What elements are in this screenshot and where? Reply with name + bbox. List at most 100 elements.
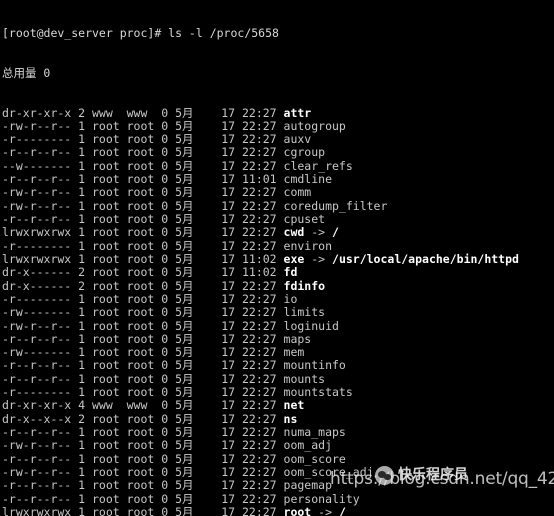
file-listing-row: dr-x------ 2 root root 0 5月 17 22:27 fdi… — [2, 278, 519, 293]
file-listing-row: -r--r--r-- 1 root root 0 5月 17 22:27 num… — [2, 425, 519, 439]
file-name: mem — [283, 345, 305, 360]
file-name: oom_score_adj — [283, 464, 374, 479]
file-name: loginuid — [283, 318, 339, 333]
file-listing-row-meta: -rw-r--r-- 1 root root 0 5月 17 22:27 — [2, 185, 284, 200]
file-listing-row: -r--r--r-- 1 root root 0 5月 17 22:27 pag… — [2, 479, 519, 492]
file-name: coredump_filter — [283, 198, 388, 213]
file-listing-row-meta: lrwxrwxrwx 1 root root 0 5月 17 11:02 — [2, 251, 284, 266]
file-name: cmdline — [283, 172, 332, 187]
file-listing-row-meta: -r--r--r-- 1 root root 0 5月 17 22:27 — [2, 212, 284, 226]
terminal-screen: [root@dev_server proc]# ls -l /proc/5658… — [2, 0, 519, 516]
file-listing-row-meta: -rw-r--r-- 1 root root 0 5月 17 22:27 — [2, 438, 284, 453]
file-listing-row-meta: --w------- 1 root root 0 5月 17 22:27 — [2, 158, 284, 173]
file-name: net — [283, 398, 305, 413]
file-name: maps — [283, 331, 312, 346]
file-name: limits — [283, 305, 326, 320]
file-listing-row: -rw-r--r-- 1 root root 0 5月 17 22:27 com… — [2, 186, 519, 199]
file-listing-row: -r--r--r-- 1 root root 0 5月 17 22:27 oom… — [2, 451, 519, 466]
file-listing-row: -r--r--r-- 1 root root 0 5月 17 22:27 mou… — [2, 359, 519, 372]
file-listing-row-meta: dr-xr-xr-x 2 www www 0 5月 17 22:27 — [2, 105, 284, 120]
symlink-arrow: -> — [304, 251, 333, 266]
file-name: mountinfo — [283, 358, 346, 373]
file-name: comm — [283, 185, 312, 200]
file-listing-row-meta: -r--r--r-- 1 root root 0 5月 17 11:01 — [2, 172, 284, 187]
file-listing-row-meta: -r--r--r-- 1 root root 0 5月 17 22:27 — [2, 491, 284, 506]
file-listing-row: -rw-r--r-- 1 root root 0 5月 17 22:27 log… — [2, 318, 519, 333]
file-name: environ — [283, 238, 332, 253]
file-listing-row: -r--r--r-- 1 root root 0 5月 17 22:27 map… — [2, 331, 519, 346]
file-name: pagemap — [283, 478, 332, 493]
file-listing-row: -r--r--r-- 1 root root 0 5月 17 22:27 mou… — [2, 371, 519, 386]
file-listing-row: -r-------- 1 root root 0 5月 17 22:27 aux… — [2, 132, 519, 147]
file-name: cpuset — [283, 212, 326, 226]
file-listing-row-meta: -r--r--r-- 1 root root 0 5月 17 22:27 — [2, 425, 284, 439]
file-listing-row-meta: -r--r--r-- 1 root root 0 5月 17 22:27 — [2, 451, 284, 466]
file-listing-row-meta: dr-x--x--x 2 root root 0 5月 17 22:27 — [2, 411, 284, 426]
file-listing-row: -r-------- 1 root root 0 5月 17 22:27 env… — [2, 238, 519, 253]
file-listing-row: -r--r--r-- 1 root root 0 5月 17 22:27 cpu… — [2, 212, 519, 226]
file-name: io — [283, 291, 298, 306]
file-listing-row-meta: dr-x------ 2 root root 0 5月 17 22:27 — [2, 278, 284, 293]
file-listing-row: -rw-r--r-- 1 root root 0 5月 17 22:27 aut… — [2, 118, 519, 133]
file-name: mountstats — [283, 385, 353, 400]
file-name: autogroup — [283, 118, 346, 133]
file-name: fdinfo — [283, 278, 326, 293]
symlink-target: /usr/local/apache/bin/httpd — [332, 251, 519, 266]
file-name: mounts — [283, 371, 326, 386]
file-name: attr — [283, 105, 312, 120]
file-listing-row-meta: -r--r--r-- 1 root root 0 5月 17 22:27 — [2, 358, 284, 373]
file-listing-row: -rw------- 1 root root 0 5月 17 22:27 lim… — [2, 306, 519, 319]
symlink-arrow: -> — [304, 225, 333, 240]
file-listing-row: lrwxrwxrwx 1 root root 0 5月 17 22:27 cwd… — [2, 226, 519, 239]
symlink-target: / — [332, 225, 339, 240]
file-listing-row: -rw-r--r-- 1 root root 0 5月 17 22:27 oom… — [2, 439, 519, 452]
file-listing-row-meta: -rw------- 1 root root 0 5月 17 22:27 — [2, 305, 284, 320]
file-listing-row-meta: -rw-r--r-- 1 root root 0 5月 17 22:27 — [2, 118, 284, 133]
file-listing-row: -r--r--r-- 1 root root 0 5月 17 22:27 cgr… — [2, 146, 519, 159]
file-listing-row-meta: -r-------- 1 root root 0 5月 17 22:27 — [2, 385, 284, 400]
file-listing-row: -rw-r--r-- 1 root root 0 5月 17 22:27 cor… — [2, 198, 519, 213]
file-listing-row: dr-xr-xr-x 2 www www 0 5月 17 22:27 attr — [2, 105, 519, 120]
file-listing-row-meta: -r--r--r-- 1 root root 0 5月 17 22:27 — [2, 331, 284, 346]
file-name: auxv — [283, 132, 312, 147]
file-listing-row: -r-------- 1 root root 0 5月 17 22:27 mou… — [2, 385, 519, 400]
file-name: exe — [283, 251, 305, 266]
file-listing-row-meta: -rw-r--r-- 1 root root 0 5月 17 22:27 — [2, 198, 284, 213]
file-listing-row: --w------- 1 root root 0 5月 17 22:27 cle… — [2, 158, 519, 173]
file-listing-row: -rw------- 1 root root 0 5月 17 22:27 mem — [2, 345, 519, 360]
file-listing-row-meta: -rw-r--r-- 1 root root 0 5月 17 22:27 — [2, 464, 284, 479]
file-listing-row-meta: -r-------- 1 root root 0 5月 17 22:27 — [2, 238, 284, 253]
file-listing-row: dr-x------ 2 root root 0 5月 17 11:02 fd — [2, 266, 519, 279]
file-name: numa_maps — [283, 425, 346, 439]
terminal-window[interactable]: [root@dev_server proc]# ls -l /proc/5658… — [0, 0, 554, 516]
file-listing-row: dr-x--x--x 2 root root 0 5月 17 22:27 ns — [2, 411, 519, 426]
file-listing-row-meta: -r--r--r-- 1 root root 0 5月 17 22:27 — [2, 478, 284, 493]
file-listing-row-meta: -r--r--r-- 1 root root 0 5月 17 22:27 — [2, 145, 284, 160]
file-listing-row: -r--r--r-- 1 root root 0 5月 17 22:27 per… — [2, 491, 519, 506]
file-name: root — [283, 504, 312, 516]
file-listing-row-meta: -rw------- 1 root root 0 5月 17 22:27 — [2, 345, 284, 360]
file-listing-row-meta: dr-x------ 2 root root 0 5月 17 11:02 — [2, 265, 284, 280]
file-name: personality — [283, 491, 360, 506]
file-listing-row: lrwxrwxrwx 1 root root 0 5月 17 11:02 exe… — [2, 251, 519, 266]
file-name: fd — [283, 265, 298, 280]
file-listing: dr-xr-xr-x 2 www www 0 5月 17 22:27 attr -… — [2, 105, 519, 516]
file-name: oom_score — [283, 451, 346, 466]
file-listing-row: lrwxrwxrwx 1 root root 0 5月 17 22:27 roo… — [2, 504, 519, 516]
file-listing-row-meta: -r-------- 1 root root 0 5月 17 22:27 — [2, 132, 284, 147]
file-listing-row-meta: -rw-r--r-- 1 root root 0 5月 17 22:27 — [2, 318, 284, 333]
file-listing-row-meta: lrwxrwxrwx 1 root root 0 5月 17 22:27 — [2, 225, 284, 240]
file-name: oom_adj — [283, 438, 332, 453]
file-listing-row-meta: lrwxrwxrwx 1 root root 0 5月 17 22:27 — [2, 504, 284, 516]
shell-prompt-line: [root@dev_server proc]# ls -l /proc/5658 — [2, 25, 279, 40]
file-listing-row-meta: -r--r--r-- 1 root root 0 5月 17 22:27 — [2, 371, 284, 386]
file-name: cwd — [283, 225, 305, 240]
file-name: clear_refs — [283, 158, 353, 173]
file-name: ns — [283, 411, 298, 426]
file-listing-row: dr-xr-xr-x 4 www www 0 5月 17 22:27 net — [2, 399, 519, 412]
file-listing-row: -r--r--r-- 1 root root 0 5月 17 11:01 cmd… — [2, 172, 519, 187]
file-listing-row: -r-------- 1 root root 0 5月 17 22:27 io — [2, 291, 519, 306]
symlink-target: / — [338, 504, 346, 516]
file-listing-row: -rw-r--r-- 1 root root 0 5月 17 22:27 oom… — [2, 464, 519, 479]
file-name: cgroup — [283, 145, 326, 160]
